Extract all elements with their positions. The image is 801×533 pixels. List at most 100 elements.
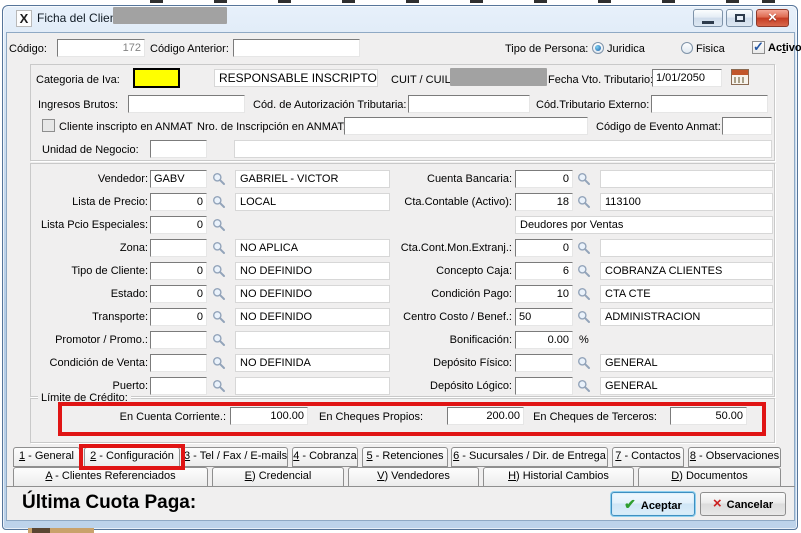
- centro-costo-benef-desc: ADMINISTRACION: [600, 308, 773, 326]
- anmat-checkbox[interactable]: [42, 119, 55, 132]
- magnifier-icon[interactable]: [212, 287, 226, 301]
- tab-tel-fax-e-mails[interactable]: 3 - Tel / Fax / E-mails: [183, 447, 288, 467]
- tab-cobranza[interactable]: 4 - Cobranza: [292, 447, 358, 467]
- promotor-promo-input[interactable]: [150, 331, 207, 349]
- condicion-de-venta-input[interactable]: [150, 354, 207, 372]
- centro-costo-benef-input[interactable]: 50: [515, 308, 573, 326]
- tab-vendedores[interactable]: V) Vendedores: [348, 467, 479, 487]
- title-redaction: [113, 7, 227, 24]
- vendedor-label: Vendedor:: [30, 173, 148, 186]
- minimize-button[interactable]: [693, 9, 723, 27]
- transporte-desc: NO DEFINIDO: [235, 308, 390, 326]
- condicion-de-venta-desc: NO DEFINIDA: [235, 354, 390, 372]
- calendar-icon[interactable]: [731, 69, 749, 85]
- codigo-anterior-label: Código Anterior:: [150, 43, 229, 56]
- zona-input[interactable]: [150, 239, 207, 257]
- magnifier-icon[interactable]: [213, 142, 227, 156]
- en-cheques-propios-input[interactable]: 200.00: [447, 407, 524, 425]
- cta-contable-activo-input[interactable]: 18: [515, 193, 573, 211]
- categoria-iva-label: Categoria de Iva:: [36, 74, 120, 87]
- tab-configuracion[interactable]: 2 - Configuración: [84, 447, 180, 467]
- magnifier-icon[interactable]: [577, 241, 591, 255]
- magnifier-icon[interactable]: [577, 264, 591, 278]
- nro-inscripcion-input[interactable]: [344, 117, 588, 135]
- credito-group-label: Límite de Crédito:: [38, 392, 131, 404]
- magnifier-icon[interactable]: [189, 71, 203, 85]
- tab-contactos[interactable]: 7 - Contactos: [612, 447, 684, 467]
- aceptar-button[interactable]: ✔Aceptar: [611, 492, 695, 516]
- tab-historial-cambios[interactable]: H) Historial Cambios: [483, 467, 634, 487]
- magnifier-icon[interactable]: [212, 310, 226, 324]
- cancelar-button[interactable]: ×Cancelar: [700, 492, 786, 516]
- lista-pcio-especiales-input[interactable]: 0: [150, 216, 207, 234]
- deposito-logico-desc: GENERAL: [600, 377, 773, 395]
- codigo-input[interactable]: 172: [57, 39, 145, 57]
- magnifier-icon[interactable]: [577, 195, 591, 209]
- close-button[interactable]: ×: [756, 9, 789, 27]
- cod-autorizacion-input[interactable]: [408, 95, 530, 113]
- deposito-logico-input[interactable]: [515, 377, 573, 395]
- tab-general[interactable]: 1 - General: [13, 447, 80, 467]
- background-fragment: [534, 0, 547, 3]
- deudores-por-ventas-field: Deudores por Ventas: [515, 216, 773, 234]
- activo-checkbox[interactable]: ✓: [752, 41, 765, 54]
- magnifier-icon[interactable]: [212, 379, 226, 393]
- tab-sucursales-dir-de-entrega[interactable]: 6 - Sucursales / Dir. de Entrega: [451, 447, 608, 467]
- check-icon: ✔: [624, 496, 636, 512]
- tab-documentos[interactable]: D) Documentos: [638, 467, 781, 487]
- codigo-anterior-input[interactable]: [233, 39, 360, 57]
- magnifier-icon[interactable]: [577, 287, 591, 301]
- promotor-promo-label: Promotor / Promo.:: [30, 334, 148, 347]
- en-cuenta-corriente-label: En Cuenta Corriente.:: [30, 411, 226, 424]
- transporte-input[interactable]: 0: [150, 308, 207, 326]
- tab-retenciones[interactable]: 5 - Retenciones: [362, 447, 448, 467]
- magnifier-icon[interactable]: [212, 218, 226, 232]
- magnifier-icon[interactable]: [212, 264, 226, 278]
- lista-pcio-especiales-label: Lista Pcio Especiales:: [30, 219, 148, 232]
- cuenta-bancaria-input[interactable]: 0: [515, 170, 573, 188]
- radio-juridica[interactable]: [592, 42, 604, 54]
- tab-clientes-referenciados[interactable]: A - Clientes Referenciados: [13, 467, 208, 487]
- tab-label: - Contactos: [621, 450, 680, 462]
- magnifier-icon[interactable]: [212, 172, 226, 186]
- magnifier-icon[interactable]: [212, 356, 226, 370]
- categoria-iva-input[interactable]: [133, 68, 180, 88]
- cod-tributario-externo-input[interactable]: [651, 95, 768, 113]
- en-cheques-de-terceros-input[interactable]: 50.00: [670, 407, 747, 425]
- magnifier-icon[interactable]: [577, 310, 591, 324]
- fecha-vto-input[interactable]: 1/01/2050: [652, 69, 722, 87]
- maximize-button[interactable]: [726, 9, 753, 27]
- screen: X Ficha del Cliente × Código: 172 Código…: [0, 0, 801, 533]
- magnifier-icon[interactable]: [577, 172, 591, 186]
- cta-cont-mon-extranj-input[interactable]: 0: [515, 239, 573, 257]
- en-cuenta-corriente-input[interactable]: 100.00: [230, 407, 308, 425]
- magnifier-icon[interactable]: [212, 195, 226, 209]
- concepto-caja-input[interactable]: 6: [515, 262, 573, 280]
- radio-fisica[interactable]: [681, 42, 693, 54]
- vendedor-input[interactable]: GABV: [150, 170, 207, 188]
- zona-desc: NO APLICA: [235, 239, 390, 257]
- bonificacion-input[interactable]: 0.00: [515, 331, 573, 349]
- en-cheques-de-terceros-label: En Cheques de Terceros:: [530, 411, 657, 424]
- minimize-icon: [702, 21, 714, 24]
- magnifier-icon[interactable]: [577, 379, 591, 393]
- tipo-de-cliente-input[interactable]: 0: [150, 262, 207, 280]
- estado-input[interactable]: 0: [150, 285, 207, 303]
- cod-evento-anmat-label: Código de Evento Anmat:: [596, 121, 721, 134]
- magnifier-icon[interactable]: [577, 356, 591, 370]
- deposito-fisico-input[interactable]: [515, 354, 573, 372]
- puerto-input[interactable]: [150, 377, 207, 395]
- ingresos-brutos-input[interactable]: [128, 95, 245, 113]
- maximize-icon: [735, 14, 745, 22]
- magnifier-icon[interactable]: [212, 241, 226, 255]
- unidad-negocio-input[interactable]: [150, 140, 207, 158]
- tab-credencial[interactable]: E) Credencial: [212, 467, 344, 487]
- tab-label: ) Vendedores: [384, 470, 449, 482]
- background-fragment: [278, 0, 291, 3]
- lista-de-precio-input[interactable]: 0: [150, 193, 207, 211]
- cod-evento-anmat-input[interactable]: [722, 117, 772, 135]
- tab-observaciones[interactable]: 8 - Observaciones: [688, 447, 781, 467]
- magnifier-icon[interactable]: [212, 333, 226, 347]
- condicion-pago-input[interactable]: 10: [515, 285, 573, 303]
- centro-costo-benef-label: Centro Costo / Benef.:: [380, 311, 512, 324]
